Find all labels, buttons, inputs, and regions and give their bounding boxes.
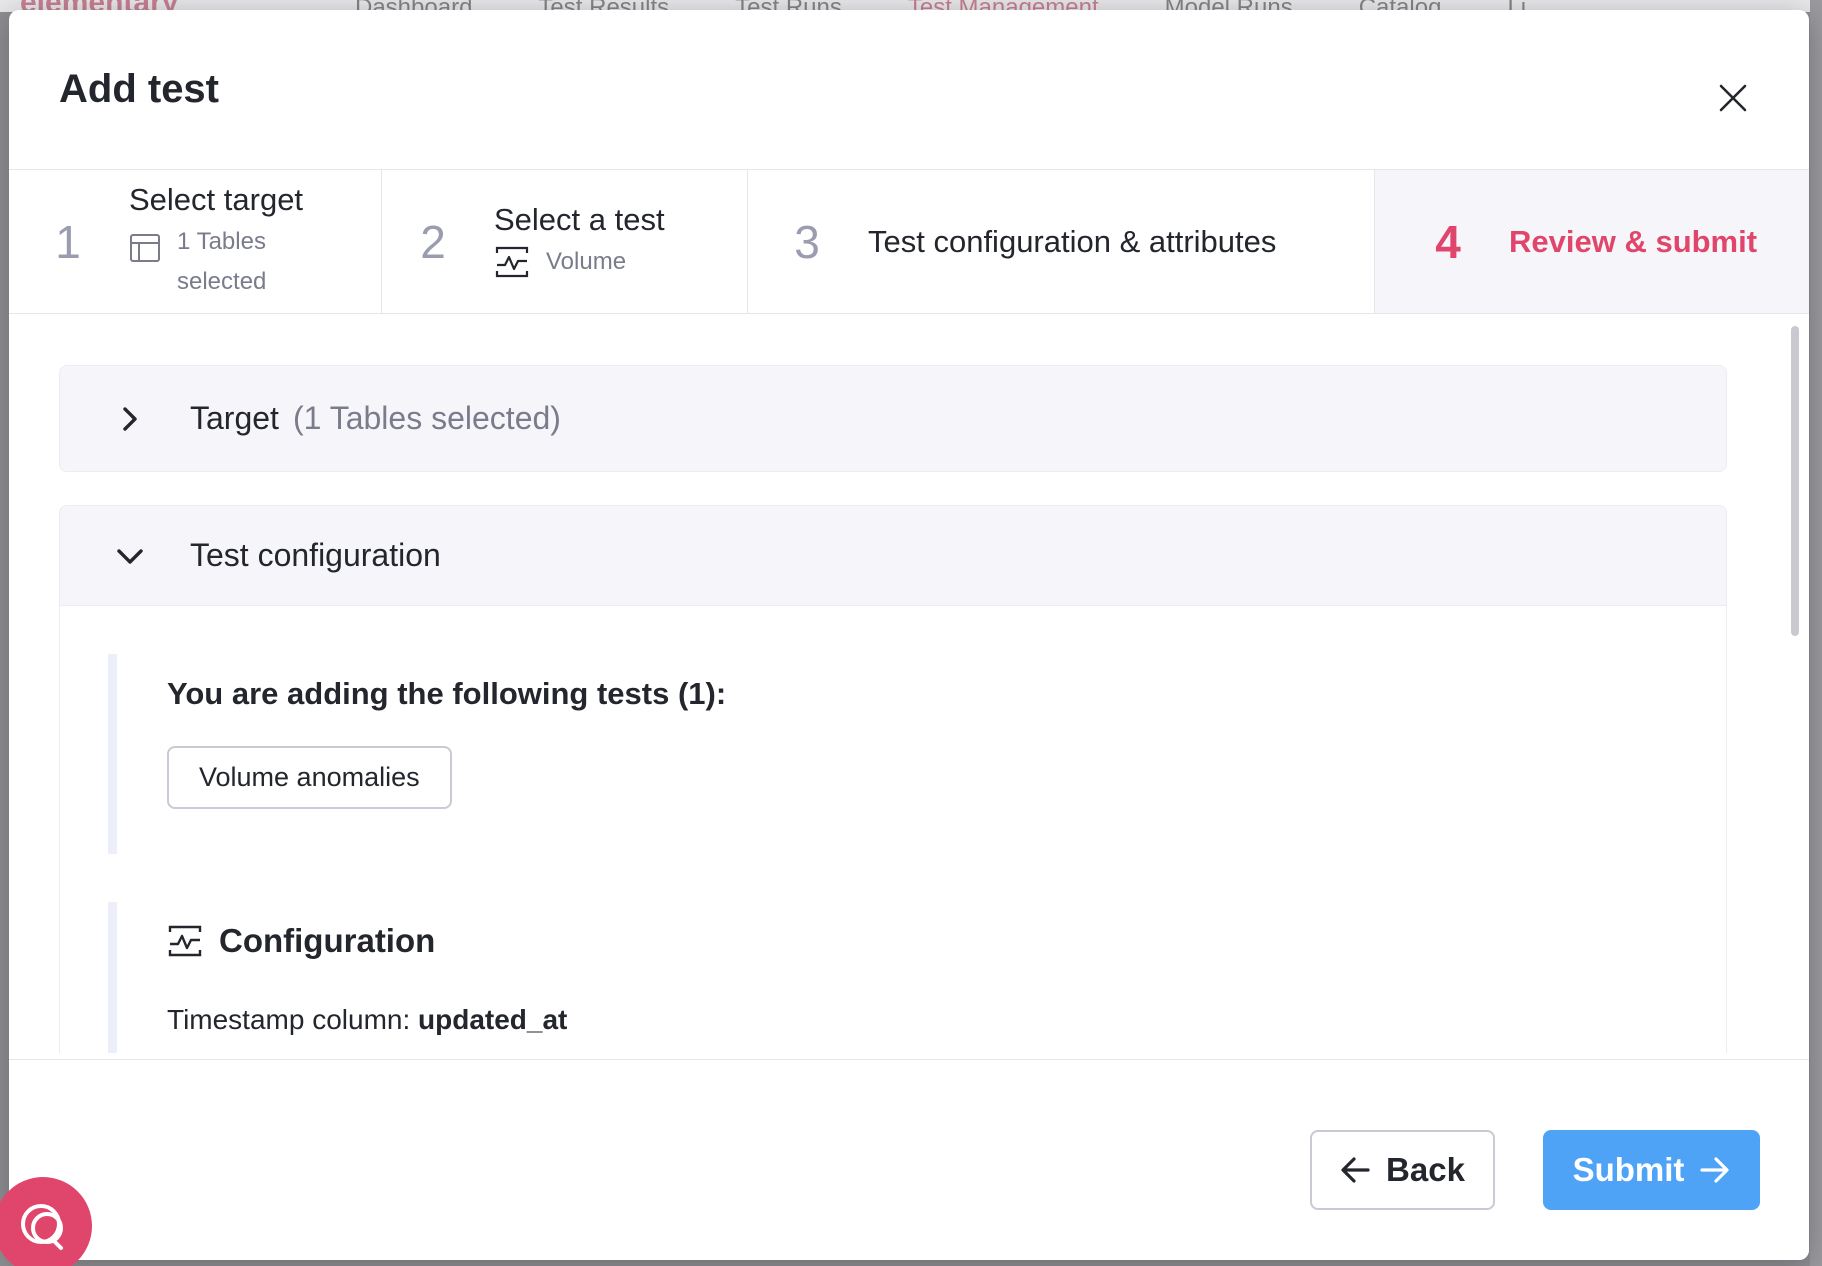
target-section-title: Target (190, 400, 279, 436)
table-icon (130, 233, 160, 262)
content-scrollbar[interactable] (1791, 326, 1799, 636)
back-button[interactable]: Back (1310, 1130, 1495, 1210)
step-label: Select target (129, 181, 304, 217)
step-number: 1 (55, 215, 81, 268)
configuration-block: Configuration Timestamp column: updated_… (108, 902, 1608, 1053)
modal-footer: Back Submit (9, 1059, 1809, 1260)
step-label: Select a test (494, 201, 665, 237)
chevron-right-icon (100, 406, 160, 432)
step-label: Review & submit (1509, 223, 1758, 259)
configuration-title: Configuration (219, 922, 436, 959)
target-section: Target (1 Tables selected) (59, 365, 1727, 472)
submit-button-label: Submit (1572, 1151, 1685, 1188)
test-configuration-section: Test configuration You are adding the fo… (59, 505, 1727, 1053)
test-chip: Volume anomalies (167, 746, 452, 809)
test-configuration-header[interactable]: Test configuration (60, 506, 1726, 606)
step-number: 2 (420, 215, 446, 268)
close-icon (1719, 84, 1747, 112)
arrow-right-icon (1700, 1157, 1730, 1183)
back-button-label: Back (1386, 1151, 1465, 1188)
test-configuration-body: You are adding the following tests (1): … (60, 606, 1726, 1053)
background-right-edge (1810, 0, 1822, 1266)
chat-bubble-icon (21, 1204, 63, 1250)
timestamp-column-label: Timestamp column: (167, 1004, 411, 1035)
step-select-test[interactable]: 2 Select a test Volume (382, 170, 748, 313)
step-target-summary: 1 Tables selected (177, 227, 267, 295)
tests-summary-block: You are adding the following tests (1): … (108, 654, 1608, 854)
step-number: 3 (794, 215, 820, 268)
step-label: Test configuration & attributes (868, 223, 1277, 259)
arrow-left-icon (1341, 1157, 1370, 1183)
timestamp-column-row: Timestamp column: updated_at (167, 1004, 1608, 1036)
modal-title: Add test (59, 67, 219, 111)
submit-button[interactable]: Submit (1543, 1130, 1760, 1210)
step-review-submit[interactable]: 4 Review & submit (1375, 170, 1809, 313)
add-test-modal: Add test 1 Select target 1 Tables select… (9, 10, 1809, 1260)
test-configuration-title: Test configuration (190, 537, 441, 573)
review-content[interactable]: Target (1 Tables selected) Test configur… (9, 315, 1809, 1053)
target-section-count: (1 Tables selected) (292, 400, 561, 436)
configuration-chart-icon (168, 925, 202, 957)
step-test-configuration[interactable]: 3 Test configuration & attributes (748, 170, 1375, 313)
step-test-summary: Volume (546, 247, 627, 275)
target-section-header[interactable]: Target (1 Tables selected) (60, 366, 1726, 471)
step-select-target[interactable]: 1 Select target 1 Tables selected (9, 170, 382, 313)
volume-chart-icon (495, 246, 529, 277)
timestamp-column-value: updated_at (418, 1004, 568, 1035)
modal-header: Add test (9, 10, 1809, 169)
close-button[interactable] (1711, 76, 1755, 120)
wizard-stepper: 1 Select target 1 Tables selected 2 Sele… (9, 169, 1809, 314)
step-number: 4 (1435, 215, 1461, 268)
adding-tests-heading: You are adding the following tests (1): (167, 676, 727, 711)
chevron-down-icon (100, 546, 160, 566)
